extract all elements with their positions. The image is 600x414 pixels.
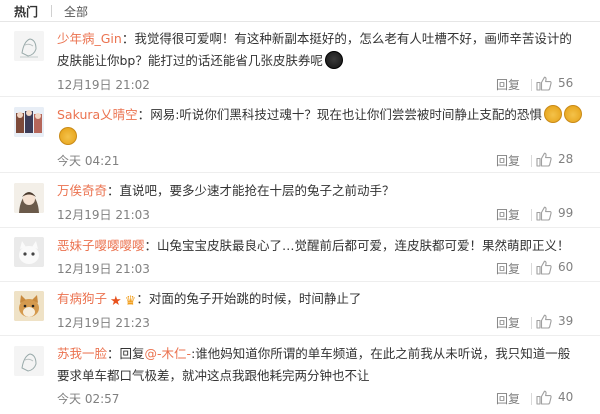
character-avatar-icon: [14, 107, 44, 137]
comment-tabs: 热门 全部: [0, 0, 600, 22]
avatar[interactable]: [14, 31, 44, 61]
meta-divider: [531, 263, 532, 275]
comment-username[interactable]: 苏我一脸: [57, 346, 107, 361]
anime-avatar-icon: [14, 183, 44, 213]
like-button[interactable]: 99: [534, 205, 582, 223]
avatar[interactable]: [14, 183, 44, 213]
comment-time: 今天 02:57: [57, 392, 120, 406]
comment-username[interactable]: 有病狗子: [57, 291, 107, 306]
dog-emoji-icon: [59, 127, 77, 145]
comment-item: Sakura乂晴空：网易:听说你们黑科技过魂十？现在也让你们尝尝被时间静止支配的…: [0, 97, 600, 173]
comment-meta: 12月19日 21:23 回复 39: [57, 314, 582, 332]
comment-body: 有病狗子 ★ ♛：对面的兔子开始跳的时候，时间静止了: [57, 288, 582, 313]
comment-body: 苏我一脸：回复@-木仁-:谁他妈知道你所谓的单车频道，在此之前我从未听说，我只知…: [57, 346, 571, 383]
like-count: 39: [558, 314, 574, 328]
like-button[interactable]: 56: [534, 75, 582, 93]
comment-username[interactable]: 恶妹子嘤嘤嘤嘤: [57, 238, 145, 253]
thumbs-up-icon: [536, 314, 552, 329]
like-count: 40: [558, 390, 574, 404]
thumbs-up-icon: [536, 390, 552, 405]
meta-divider: [531, 79, 532, 91]
comment-body: 恶妹子嘤嘤嘤嘤：山兔宝宝皮肤最良心了…觉醒前后都可爱，连皮肤都可爱！果然萌即正义…: [57, 238, 570, 253]
like-button[interactable]: 40: [534, 389, 582, 407]
tab-divider: [51, 5, 52, 17]
comment-item: 苏我一脸：回复@-木仁-:谁他妈知道你所谓的单车频道，在此之前我从未听说，我只知…: [0, 336, 600, 414]
meta-divider: [531, 393, 532, 405]
reply-button[interactable]: 回复: [496, 390, 520, 407]
thumbs-up-icon: [536, 152, 552, 167]
comment-body: 少年病_Gin：我觉得很可爱啊！有这种新副本挺好的，怎么老有人吐槽不好，画师辛苦…: [57, 31, 572, 69]
reply-prefix: 回复: [119, 346, 145, 361]
comment-item: 有病狗子 ★ ♛：对面的兔子开始跳的时候，时间静止了 12月19日 21:23 回复…: [0, 282, 600, 336]
comment-text: 对面的兔子开始跳的时候，时间静止了: [148, 291, 362, 306]
comment-time: 12月19日 21:03: [57, 262, 150, 276]
like-count: 60: [558, 260, 574, 274]
like-count: 99: [558, 206, 574, 220]
thumbs-up-icon: [536, 206, 552, 221]
comment-meta: 12月19日 21:03 回复 99: [57, 206, 582, 224]
like-button[interactable]: 28: [534, 151, 582, 169]
dog-emoji-icon: [543, 105, 562, 123]
comment-body: Sakura乂晴空：网易:听说你们黑科技过魂十？现在也让你们尝尝被时间静止支配的…: [57, 104, 582, 148]
meta-divider: [531, 155, 532, 167]
like-count: 28: [558, 152, 574, 166]
reply-button[interactable]: 回复: [496, 76, 520, 93]
sketch-avatar-icon: [14, 346, 44, 376]
comment-item: 万俟奇奇：直说吧，要多少速才能抢在十层的兔子之前动手？ 12月19日 21:03…: [0, 173, 600, 228]
cat-avatar-icon: [14, 237, 44, 267]
like-count: 56: [558, 76, 574, 90]
avatar[interactable]: [14, 107, 44, 137]
comment-time: 12月19日 21:23: [57, 316, 150, 330]
comment-username[interactable]: Sakura乂晴空: [57, 107, 138, 122]
comment-time: 12月19日 21:02: [57, 78, 150, 92]
avatar[interactable]: [14, 291, 44, 321]
fox-emoji-icon: [324, 51, 343, 69]
comment-username[interactable]: 少年病_Gin: [57, 31, 122, 46]
meta-divider: [531, 209, 532, 221]
reply-button[interactable]: 回复: [496, 260, 520, 277]
meta-divider: [531, 317, 532, 329]
comment-meta: 12月19日 21:02 回复 56: [57, 76, 582, 94]
comment-item: 少年病_Gin：我觉得很可爱啊！有这种新副本挺好的，怎么老有人吐槽不好，画师辛苦…: [0, 22, 600, 97]
thumbs-up-icon: [536, 260, 552, 275]
comment-meta: 12月19日 21:03 回复 60: [57, 260, 582, 278]
reply-button[interactable]: 回复: [496, 314, 520, 331]
like-button[interactable]: 60: [534, 259, 582, 277]
tab-hot[interactable]: 热门: [14, 3, 38, 20]
comment-text: 网易:听说你们黑科技过魂十？现在也让你们尝尝被时间静止支配的恐惧: [150, 107, 542, 122]
comment-item: 恶妹子嘤嘤嘤嘤：山兔宝宝皮肤最良心了…觉醒前后都可爱，连皮肤都可爱！果然萌即正义…: [0, 228, 600, 282]
comment-text: 我觉得很可爱啊！有这种新副本挺好的，怎么老有人吐槽不好，画师辛苦设计的皮肤能让你…: [57, 31, 572, 68]
star-badge-icon: ★: [110, 294, 122, 309]
comment-meta: 今天 04:21 回复 28: [57, 152, 582, 170]
reply-target-username[interactable]: @-木仁-: [145, 346, 192, 361]
avatar[interactable]: [14, 346, 44, 376]
comment-username[interactable]: 万俟奇奇: [57, 183, 107, 198]
comment-meta: 今天 02:57 回复 40: [57, 390, 582, 408]
comment-text: 直说吧，要多少速才能抢在十层的兔子之前动手？: [119, 183, 395, 198]
shiba-avatar-icon: [14, 291, 44, 321]
reply-button[interactable]: 回复: [496, 206, 520, 223]
comment-time: 12月19日 21:03: [57, 208, 150, 222]
dog-emoji-icon: [563, 105, 582, 123]
comment-body: 万俟奇奇：直说吧，要多少速才能抢在十层的兔子之前动手？: [57, 183, 395, 198]
comment-time: 今天 04:21: [57, 154, 120, 168]
sketch-avatar-icon: [14, 31, 44, 61]
tab-all[interactable]: 全部: [64, 3, 88, 20]
avatar[interactable]: [14, 237, 44, 267]
comment-text: 山兔宝宝皮肤最良心了…觉醒前后都可爱，连皮肤都可爱！果然萌即正义！: [157, 238, 570, 253]
crown-badge-icon: ♛: [124, 294, 137, 309]
like-button[interactable]: 39: [534, 313, 582, 331]
reply-button[interactable]: 回复: [496, 152, 520, 169]
thumbs-up-icon: [536, 76, 552, 91]
